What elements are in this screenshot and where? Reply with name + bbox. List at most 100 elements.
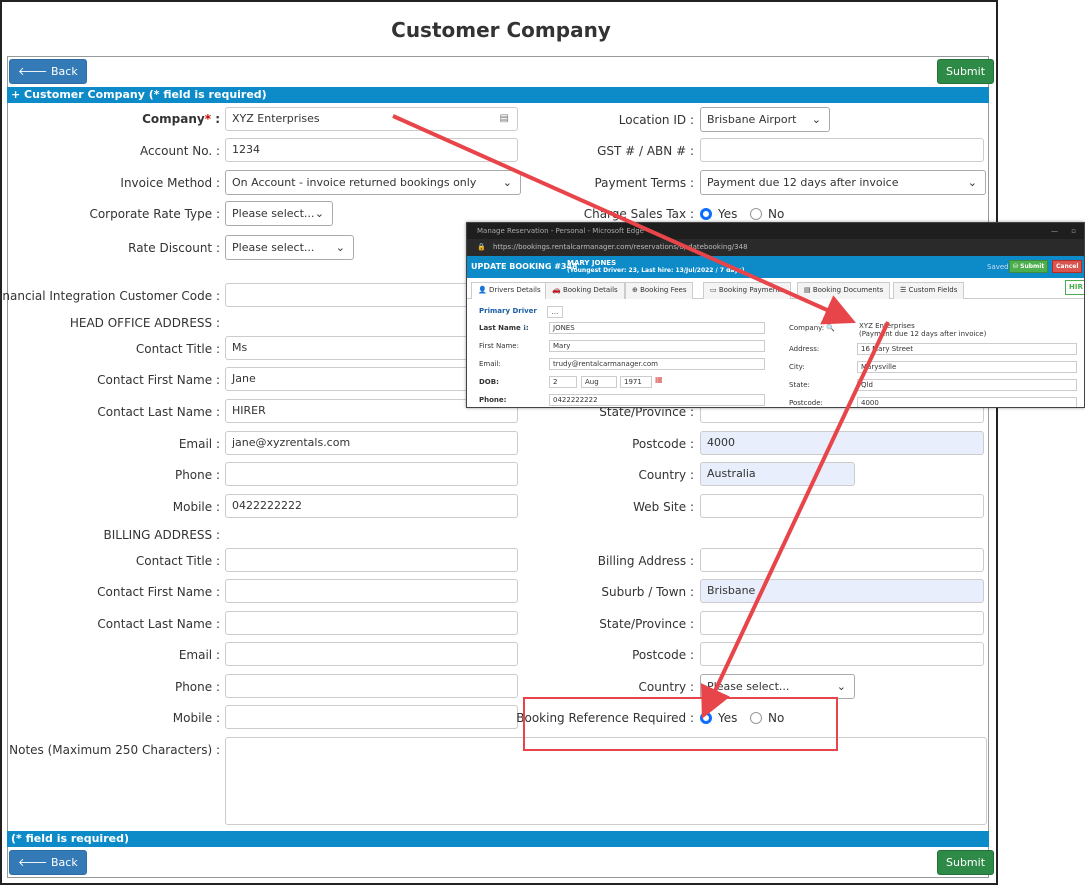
- plus-circle-icon: ⊕: [632, 286, 641, 294]
- maximize-icon[interactable]: ▫: [1071, 223, 1076, 239]
- corporate-rate-type-label: Corporate Rate Type :: [89, 207, 220, 221]
- dob-month-select[interactable]: Aug: [581, 376, 617, 388]
- tab-custom-fields[interactable]: ☰ Custom Fields: [893, 282, 965, 299]
- info-icon: ℹ: [523, 324, 526, 332]
- address-input[interactable]: 16 Mary Street: [857, 343, 1077, 355]
- url-bar[interactable]: 🔒 https://bookings.rentalcarmanager.com/…: [467, 239, 1084, 256]
- page-title: Customer Company: [391, 18, 611, 42]
- tab-booking-fees[interactable]: ⊕ Booking Fees: [625, 282, 694, 299]
- suburb-town-input[interactable]: Brisbane: [700, 579, 984, 603]
- driver-phone-input[interactable]: 0422222222: [549, 394, 765, 406]
- web-site-input[interactable]: [700, 494, 984, 518]
- hire-button[interactable]: HIR: [1065, 280, 1084, 295]
- web-site-label: Web Site :: [633, 500, 694, 514]
- postcode-input[interactable]: 4000: [700, 431, 984, 455]
- billing-state-province-input[interactable]: [700, 611, 984, 635]
- user-icon: 👤: [478, 286, 489, 294]
- mobile-input[interactable]: 0422222222: [225, 494, 518, 518]
- charge-sales-tax-label: Charge Sales Tax :: [583, 207, 694, 221]
- billing-country-select[interactable]: Please select... ⌄: [700, 674, 855, 699]
- car-icon: 🚗: [552, 286, 563, 294]
- driver-lookup-button[interactable]: ...: [547, 306, 563, 318]
- submit-button-bottom[interactable]: Submit: [937, 850, 995, 875]
- billing-email-input[interactable]: [225, 642, 518, 666]
- window-title-bar: Manage Reservation - Personal - Microsof…: [467, 223, 1084, 239]
- tab-booking-documents[interactable]: ▤ Booking Documents: [797, 282, 891, 299]
- booking-header: UPDATE BOOKING #348 MARY JONES (Youngest…: [467, 256, 1084, 278]
- dob-day-select[interactable]: 2: [549, 376, 577, 388]
- mobile-label: Mobile :: [172, 500, 220, 514]
- overlay-submit-button[interactable]: ⛁ Submit: [1009, 260, 1049, 273]
- contact-title-label: Contact Title :: [135, 342, 220, 356]
- charge-tax-no-label: No: [768, 207, 785, 221]
- rate-discount-select[interactable]: Please select... ⌄: [225, 235, 354, 260]
- invoice-method-select[interactable]: On Account - invoice returned bookings o…: [225, 170, 521, 195]
- billing-postcode-input[interactable]: [700, 642, 984, 666]
- chevron-down-icon: ⌄: [502, 176, 512, 189]
- tab-drivers-details[interactable]: 👤 Drivers Details: [471, 282, 548, 299]
- overlay-company-terms: (Payment due 12 days after invoice): [859, 330, 987, 338]
- billing-phone-input[interactable]: [225, 674, 518, 698]
- search-icon[interactable]: 🔍: [826, 324, 835, 332]
- back-button-bottom[interactable]: 🡐 Back: [9, 850, 87, 875]
- invoice-method-label: Invoice Method :: [120, 176, 220, 190]
- billing-contact-first-name-input[interactable]: [225, 579, 518, 603]
- overlay-state-label: State:: [789, 381, 810, 389]
- minimize-icon[interactable]: —: [1051, 223, 1058, 239]
- chevron-down-icon: ⌄: [836, 680, 846, 693]
- phone-input[interactable]: [225, 462, 518, 486]
- submit-button-top[interactable]: Submit: [937, 59, 995, 84]
- billing-contact-last-name-input[interactable]: [225, 611, 518, 635]
- account-no-label: Account No. :: [139, 144, 220, 158]
- account-no-input[interactable]: 1234: [225, 138, 518, 162]
- city-input[interactable]: Marysville: [857, 361, 1077, 373]
- gst-abn-input[interactable]: [700, 138, 984, 162]
- chevron-down-icon: ⌄: [335, 241, 345, 254]
- lock-icon: 🔒: [477, 243, 486, 251]
- booking-tabs: 👤 Drivers Details 🚗 Booking Details ⊕ Bo…: [467, 279, 1084, 299]
- payment-terms-select[interactable]: Payment due 12 days after invoice ⌄: [700, 170, 986, 195]
- billing-contact-title-label: Contact Title :: [135, 554, 220, 568]
- billing-mobile-input[interactable]: [225, 705, 518, 729]
- billing-address-input[interactable]: [700, 548, 984, 572]
- country-select[interactable]: Australia: [700, 462, 855, 486]
- billing-contact-title-input[interactable]: [225, 548, 518, 572]
- overlay-postcode-label: Postcode:: [789, 399, 823, 407]
- billing-address-section-label: BILLING ADDRESS :: [103, 528, 220, 542]
- charge-tax-no-radio[interactable]: [750, 208, 762, 220]
- update-booking-window: Manage Reservation - Personal - Microsof…: [466, 222, 1085, 408]
- chevron-down-icon: ⌄: [967, 176, 977, 189]
- calendar-icon[interactable]: ▦: [655, 375, 663, 384]
- head-office-address-label: HEAD OFFICE ADDRESS :: [69, 316, 220, 330]
- location-id-select[interactable]: Brisbane Airport ⌄: [700, 107, 830, 132]
- back-button-top[interactable]: 🡐 Back: [9, 59, 87, 84]
- last-name-label: Last Name ℹ:: [479, 324, 529, 332]
- billing-address-label: Billing Address :: [597, 554, 694, 568]
- billing-contact-first-name-label: Contact First Name :: [97, 585, 220, 599]
- charge-tax-yes-radio[interactable]: [700, 208, 712, 220]
- overlay-cancel-button[interactable]: Cancel: [1052, 260, 1083, 273]
- company-label: Company* :: [142, 112, 220, 126]
- first-name-input[interactable]: Mary: [549, 340, 765, 352]
- billing-contact-last-name-label: Contact Last Name :: [97, 617, 220, 631]
- billing-mobile-label: Mobile :: [172, 711, 220, 725]
- contact-card-icon[interactable]: ▤: [500, 108, 509, 130]
- section-header-bar[interactable]: + Customer Company (* field is required): [7, 87, 989, 103]
- tab-booking-payments[interactable]: ▭ Booking Payments: [703, 282, 791, 299]
- charge-tax-yes-label: Yes: [718, 207, 738, 221]
- dob-year-select[interactable]: 1971: [620, 376, 652, 388]
- postcode-label: Postcode :: [632, 437, 694, 451]
- company-input[interactable]: XYZ Enterprises ▤: [225, 107, 518, 131]
- overlay-state-input[interactable]: Qld: [857, 379, 1077, 391]
- driver-email-input[interactable]: trudy@rentalcarmanager.com: [549, 358, 765, 370]
- overlay-postcode-input[interactable]: 4000: [857, 397, 1077, 407]
- email-input[interactable]: jane@xyzrentals.com: [225, 431, 518, 455]
- billing-phone-label: Phone :: [174, 680, 220, 694]
- billing-postcode-label: Postcode :: [632, 648, 694, 662]
- tab-booking-details[interactable]: 🚗 Booking Details: [545, 282, 625, 299]
- card-icon: ▭: [710, 286, 719, 294]
- last-name-input[interactable]: JONES: [549, 322, 765, 334]
- corporate-rate-type-select[interactable]: Please select... ⌄: [225, 201, 333, 226]
- suburb-town-label: Suburb / Town :: [601, 585, 694, 599]
- first-name-label: First Name:: [479, 342, 519, 350]
